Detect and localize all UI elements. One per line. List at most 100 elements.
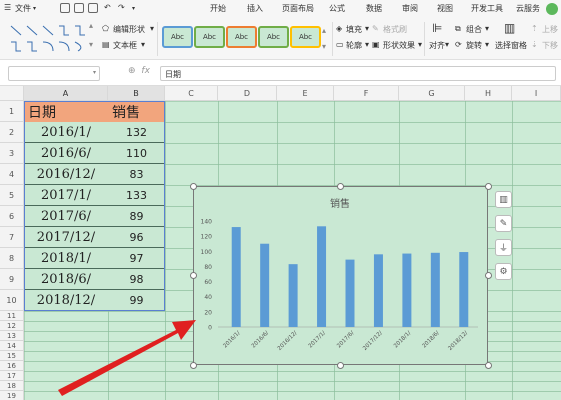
row-header[interactable]: 18 (0, 381, 24, 391)
redo-icon[interactable]: ↷ (118, 3, 125, 12)
menu-tab[interactable]: 开始 (210, 3, 226, 14)
align-button[interactable]: 对齐 (429, 40, 445, 51)
bring-up-button[interactable]: 上移 (542, 24, 558, 35)
sales-cell[interactable]: 110 (108, 143, 165, 164)
resize-handle[interactable] (189, 361, 197, 369)
fill-button[interactable]: 填充 (346, 24, 362, 35)
gallery-scroll-down-icon[interactable]: ▾ (89, 40, 93, 49)
row-header[interactable]: 10 (0, 290, 24, 311)
line-shapes-gallery[interactable] (8, 23, 86, 55)
send-down-button[interactable]: 下移 (542, 40, 558, 51)
bar[interactable] (260, 243, 270, 327)
file-menu[interactable]: 文件 (15, 3, 31, 14)
row-header[interactable]: 2 (0, 122, 24, 143)
menu-tab[interactable]: 页面布局 (282, 3, 314, 14)
sales-cell[interactable]: 133 (108, 185, 165, 206)
header-cell-date[interactable]: 日期 (24, 101, 108, 122)
sales-cell[interactable]: 132 (108, 122, 165, 143)
row-header[interactable]: 19 (0, 391, 24, 400)
chart-style-icon[interactable]: ✎ (495, 215, 512, 232)
bar[interactable] (231, 227, 241, 327)
row-header[interactable]: 3 (0, 143, 24, 164)
header-cell-sales[interactable]: 销售 (108, 101, 165, 122)
column-header[interactable]: H (465, 86, 512, 101)
date-cell[interactable]: 2018/12/ (24, 290, 108, 311)
shape-style-option[interactable]: Abc (226, 26, 257, 48)
row-header[interactable]: 5 (0, 185, 24, 206)
menu-tab[interactable]: 开发工具 (471, 3, 503, 14)
select-all-corner[interactable] (0, 86, 24, 101)
row-header[interactable]: 14 (0, 341, 24, 351)
shape-style-option[interactable]: Abc (290, 26, 321, 48)
date-cell[interactable]: 2017/12/ (24, 227, 108, 248)
group-button[interactable]: 组合 (466, 24, 482, 35)
row-header[interactable]: 15 (0, 351, 24, 361)
menu-tab[interactable]: 审阅 (402, 3, 418, 14)
selection-pane-button[interactable]: 选择窗格 (495, 40, 527, 51)
undo-icon[interactable]: ↶ (104, 3, 111, 12)
chevron-down-icon[interactable]: ▾ (93, 69, 96, 76)
row-header[interactable]: 9 (0, 269, 24, 290)
row-header[interactable]: 6 (0, 206, 24, 227)
sales-cell[interactable]: 96 (108, 227, 165, 248)
resize-handle[interactable] (337, 361, 344, 369)
sales-bar-chart[interactable]: 销售 0 20 40 60 80 100 120 140 2016/1/2016/6/2016… (193, 186, 488, 365)
resize-handle[interactable] (484, 361, 492, 369)
bar[interactable] (345, 259, 355, 327)
resize-handle[interactable] (484, 272, 492, 279)
row-header[interactable]: 8 (0, 248, 24, 269)
chart-elements-icon[interactable]: ▥ (495, 191, 512, 208)
column-header[interactable]: G (399, 86, 465, 101)
outline-button[interactable]: 轮廓 (346, 40, 362, 51)
save-icon[interactable] (60, 3, 70, 13)
chart-title[interactable]: 销售 (330, 197, 350, 210)
column-header[interactable]: F (334, 86, 399, 101)
bar[interactable] (430, 252, 440, 327)
bar[interactable] (402, 253, 412, 327)
date-cell[interactable]: 2017/6/ (24, 206, 108, 227)
date-cell[interactable]: 2016/6/ (24, 143, 108, 164)
bar[interactable] (373, 254, 383, 327)
row-header[interactable]: 17 (0, 371, 24, 381)
print-icon[interactable] (74, 3, 84, 13)
gallery-scroll-up-icon[interactable]: ▴ (89, 21, 93, 30)
resize-handle[interactable] (337, 182, 344, 190)
date-cell[interactable]: 2018/6/ (24, 269, 108, 290)
formula-input[interactable]: 日期 (160, 66, 556, 81)
hamburger-icon[interactable]: ☰ (4, 3, 11, 12)
chart-settings-icon[interactable]: ⚙ (495, 263, 512, 280)
fx-icon[interactable]: fx (141, 66, 150, 76)
column-header[interactable]: C (165, 86, 218, 101)
row-header[interactable]: 12 (0, 321, 24, 331)
shape-style-option[interactable]: Abc (162, 26, 193, 48)
shape-style-option[interactable]: Abc (258, 26, 289, 48)
format-brush-button[interactable]: 格式刷 (383, 24, 407, 35)
date-cell[interactable]: 2018/1/ (24, 248, 108, 269)
row-header[interactable]: 1 (0, 101, 24, 122)
quick-access-more-icon[interactable]: ▾ (132, 5, 135, 12)
row-header[interactable]: 16 (0, 361, 24, 371)
menu-tab[interactable]: 数据 (366, 3, 382, 14)
column-header[interactable]: A (24, 86, 108, 101)
resize-handle[interactable] (189, 272, 197, 279)
sales-cell[interactable]: 83 (108, 164, 165, 185)
column-header[interactable]: E (277, 86, 334, 101)
shape-effect-button[interactable]: 形状效果 (383, 40, 415, 51)
name-box[interactable] (8, 66, 100, 81)
gallery-scroll-up-icon[interactable]: ▴ (322, 26, 326, 35)
sales-cell[interactable]: 97 (108, 248, 165, 269)
sales-cell[interactable]: 98 (108, 269, 165, 290)
column-header[interactable]: D (218, 86, 277, 101)
row-header[interactable]: 11 (0, 311, 24, 321)
user-avatar[interactable] (546, 3, 558, 15)
menu-tab[interactable]: 云服务 (516, 3, 540, 14)
shape-style-option[interactable]: Abc (194, 26, 225, 48)
gallery-scroll-down-icon[interactable]: ▾ (322, 42, 326, 51)
rotate-button[interactable]: 旋转 (466, 40, 482, 51)
column-header[interactable]: I (512, 86, 561, 101)
chart-filter-icon[interactable]: ⏚ (495, 239, 512, 256)
row-header[interactable]: 7 (0, 227, 24, 248)
row-header[interactable]: 13 (0, 331, 24, 341)
bar[interactable] (288, 264, 298, 327)
chevron-down-icon[interactable]: ▾ (33, 5, 36, 12)
